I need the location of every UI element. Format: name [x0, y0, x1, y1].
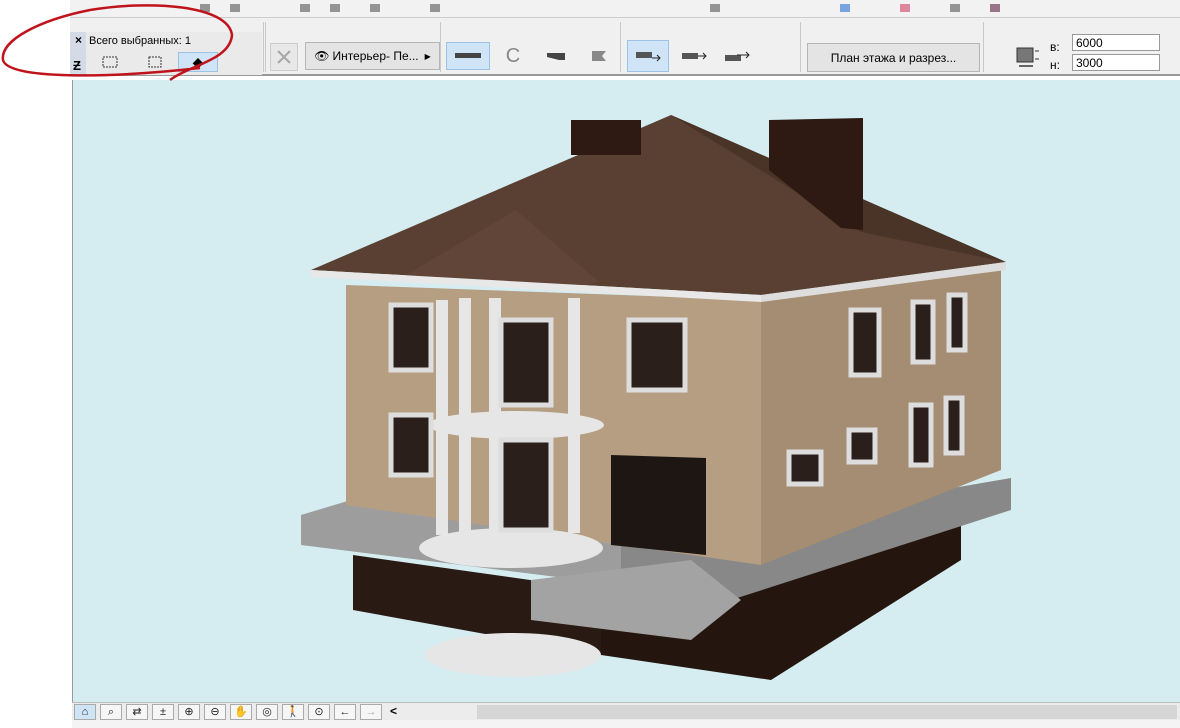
low-field[interactable] [1072, 54, 1160, 71]
hatch-arrow-icon [636, 52, 661, 62]
layer-height-icon [1016, 47, 1039, 67]
horizontal-scrollbar[interactable] [477, 705, 1177, 719]
hatch-arrow-icon [682, 52, 707, 60]
zoom-plusminus-icon[interactable]: ± [152, 704, 174, 720]
orbit-icon[interactable]: ◎ [256, 704, 278, 720]
eye-icon: 👁 [314, 49, 330, 63]
walk-icon[interactable]: 🚶 [282, 704, 304, 720]
selection-count-label: Всего выбранных: 1 [89, 35, 191, 47]
ref-line-inside-button[interactable] [718, 40, 756, 72]
marquee-select-button[interactable] [96, 52, 126, 72]
previous-zoom-icon[interactable]: ← [334, 704, 356, 720]
3d-viewport[interactable] [72, 80, 1180, 702]
rect-select-icon [148, 56, 162, 68]
tool-icon[interactable] [330, 4, 340, 12]
tool-icon[interactable] [370, 4, 380, 12]
tool-icon[interactable] [200, 4, 210, 12]
tool-icon[interactable] [990, 4, 1000, 12]
plan-section-button[interactable]: План этажа и разрез... [807, 43, 980, 72]
tool-icon[interactable] [300, 4, 310, 12]
shape-button[interactable] [580, 42, 616, 70]
pan-hand-icon[interactable]: ✋ [230, 704, 252, 720]
tool-icon[interactable] [840, 4, 850, 12]
tool-icon[interactable] [950, 4, 960, 12]
select-off-button[interactable] [270, 43, 298, 71]
marquee-icon [102, 56, 118, 68]
slab-icon [547, 53, 565, 60]
ref-line-outside-button[interactable] [627, 40, 669, 72]
collapse-icon[interactable]: Ƶ [73, 58, 81, 73]
status-row [72, 720, 1180, 728]
shape-icon [592, 51, 606, 61]
fill-icon: ◆ [192, 53, 204, 70]
chevron-right-icon: ▶ [424, 51, 431, 61]
house-3d-model [301, 115, 1011, 680]
close-icon[interactable]: × [75, 33, 82, 47]
height-field[interactable] [1072, 34, 1160, 51]
zoom-in-icon[interactable]: ⊕ [178, 704, 200, 720]
fit-icon[interactable]: ⇄ [126, 704, 148, 720]
cross-select-icon [277, 50, 291, 64]
tool-icon[interactable] [710, 4, 720, 12]
next-zoom-icon[interactable]: → [360, 704, 382, 720]
tool-icon[interactable] [230, 4, 240, 12]
tool-icon[interactable] [430, 4, 440, 12]
fill-select-button[interactable]: ◆ [178, 52, 218, 72]
view-dropdown[interactable]: 👁 Интерьер- Пе... ▶ [305, 42, 440, 70]
rect-select-button[interactable] [140, 52, 170, 72]
wall-line-button[interactable] [446, 42, 490, 70]
ref-line-center-button[interactable] [675, 40, 713, 72]
zoom-out-icon[interactable]: ⊖ [204, 704, 226, 720]
slab-button[interactable] [538, 42, 574, 70]
scroll-left-button[interactable]: < [390, 704, 397, 718]
navigation-toolbar: ⌂ ⌕ ⇄ ± ⊕ ⊖ ✋ ◎ 🚶 ⊙ ← → < [72, 702, 1180, 720]
top-toolbar-row [70, 0, 1180, 18]
curve-button[interactable]: C [495, 42, 531, 70]
wall-icon [455, 53, 481, 58]
hatch-arrow-icon [725, 51, 750, 61]
view-icon[interactable]: ⌂ [74, 704, 96, 720]
curve-icon: C [505, 44, 521, 67]
fit-in-window-icon[interactable]: ⊙ [308, 704, 330, 720]
tool-icon[interactable] [900, 4, 910, 12]
zoom-window-icon[interactable]: ⌕ [100, 704, 122, 720]
